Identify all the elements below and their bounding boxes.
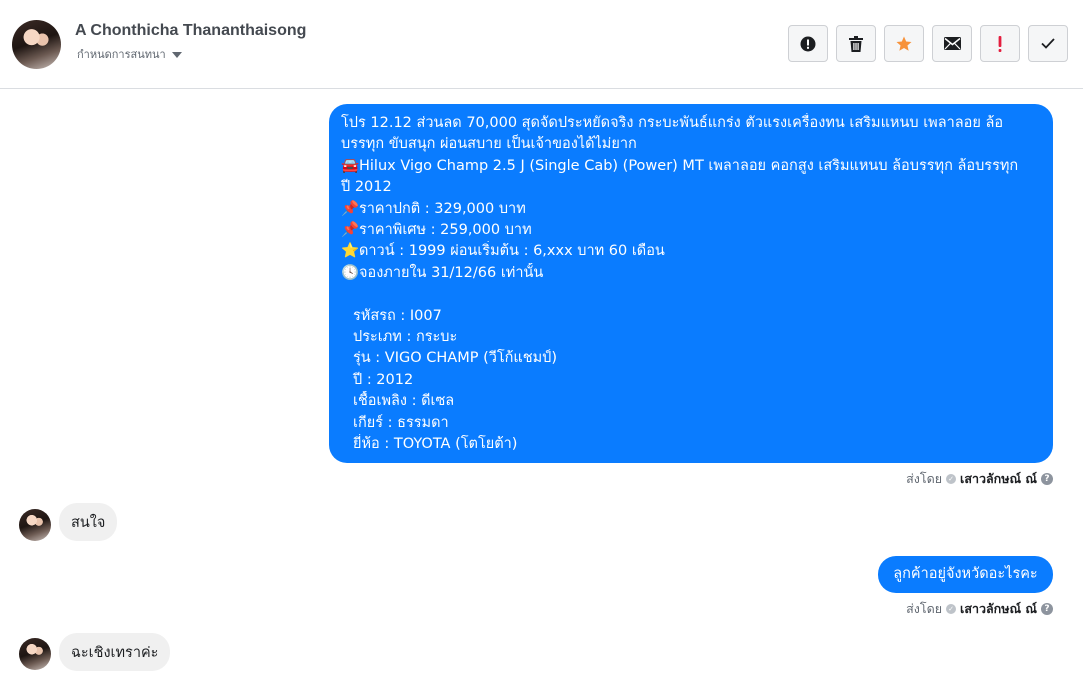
message-line-text: รุ่น : VIGO CHAMP (วีโก้แชมป์) <box>353 350 558 367</box>
message-line: โปร 12.12 ส่วนลด 70,000 สุดจัดประหยัดจริ… <box>341 113 1041 134</box>
message-line: 🕓จองภายใน 31/12/66 เท่านั้น <box>341 263 1041 284</box>
message-line-text: โปร 12.12 ส่วนลด 70,000 สุดจัดประหยัดจริ… <box>341 115 1004 131</box>
delete-button[interactable] <box>836 25 876 62</box>
message-line-text: ประเภท : กระบะ <box>353 329 458 346</box>
sent-by-row: ส่งโดย ✓ เสาวลักษณ์ ณ์ ? <box>906 599 1053 619</box>
message-line: เกียร์ : ธรรมดา <box>341 413 1041 434</box>
message-line: ปี 2012 <box>341 177 1041 198</box>
message-line-text: Hilux Vigo Champ 2.5 J (Single Cab) (Pow… <box>359 157 1019 174</box>
message-line-text: ดาวน์ : 1999 ผ่อนเริ่มต้น : 6,xxx บาท 60… <box>359 243 665 260</box>
emoji-icon: 📌 <box>341 200 360 217</box>
mark-unread-button[interactable] <box>932 25 972 62</box>
message-line-text: ราคาปกติ : 329,000 บาท <box>359 200 526 217</box>
message-line: เชื้อเพลิง : ดีเซล <box>341 391 1041 412</box>
sent-by-label: ส่งโดย <box>906 471 943 486</box>
message-text: ฉะเชิงเทราค่ะ <box>71 644 159 661</box>
star-icon <box>896 36 912 51</box>
message-line-text: เกียร์ : ธรรมดา <box>353 414 449 431</box>
message-line: บรรทุก ขับสนุก ผ่อนสบาย เป็นเจ้าของได้ไม… <box>341 134 1041 155</box>
message-line: ยี่ห้อ : TOYOTA (โตโยต้า) <box>341 434 1041 455</box>
contact-avatar[interactable] <box>12 20 61 69</box>
message-line <box>341 284 1041 305</box>
contact-avatar-small[interactable] <box>19 638 51 670</box>
incoming-message-bubble[interactable]: สนใจ <box>59 503 118 541</box>
contact-name[interactable]: A Chonthicha Thananthaisong <box>75 22 306 40</box>
message-line-text: ยี่ห้อ : TOYOTA (โตโยต้า) <box>353 436 518 453</box>
emoji-icon: 📌 <box>341 222 360 239</box>
message-line-text: รหัสรถ : I007 <box>353 307 442 324</box>
message-line: 📌ราคาพิเศษ : 259,000 บาท <box>341 220 1041 241</box>
message-text: ลูกค้าอยู่จังหวัดอะไรคะ <box>893 565 1038 582</box>
star-button[interactable] <box>884 25 924 62</box>
message-line-text: เชื้อเพลิง : ดีเซล <box>353 393 455 410</box>
message-line: 📌ราคาปกติ : 329,000 บาท <box>341 199 1041 220</box>
message-line: ประเภท : กระบะ <box>341 327 1041 348</box>
check-icon <box>1041 38 1055 49</box>
outgoing-message-bubble[interactable]: โปร 12.12 ส่วนลด 70,000 สุดจัดประหยัดจริ… <box>329 104 1053 463</box>
help-icon[interactable]: ? <box>1041 473 1053 485</box>
sent-by-label: ส่งโดย <box>906 601 943 616</box>
exclamation-icon <box>998 35 1002 52</box>
sent-by-row: ส่งโดย ✓ เสาวลักษณ์ ณ์ ? <box>906 469 1053 489</box>
incoming-message-bubble[interactable]: ฉะเชิงเทราค่ะ <box>59 633 171 671</box>
trash-icon <box>849 35 863 52</box>
message-text: สนใจ <box>71 514 106 531</box>
message-line: ⭐ดาวน์ : 1999 ผ่อนเริ่มต้น : 6,xxx บาท 6… <box>341 241 1041 262</box>
emoji-icon: 🚘 <box>341 157 360 174</box>
emoji-icon: ⭐ <box>341 243 360 260</box>
message-line-text: ปี 2012 <box>341 179 392 196</box>
message-thread[interactable]: โปร 12.12 ส่วนลด 70,000 สุดจัดประหยัดจริ… <box>0 89 1083 694</box>
help-icon[interactable]: ? <box>1041 603 1053 615</box>
check-circle-icon: ✓ <box>946 604 957 614</box>
assign-conversation-label: กำหนดการสนทนา <box>77 48 166 61</box>
message-line-text: ปี : 2012 <box>353 371 414 388</box>
message-line-text: ราคาพิเศษ : 259,000 บาท <box>359 222 532 239</box>
check-circle-icon: ✓ <box>946 474 957 484</box>
message-line-text: จองภายใน 31/12/66 เท่านั้น <box>359 264 544 281</box>
caret-down-icon <box>171 51 182 58</box>
conversation-header: A Chonthicha Thananthaisong กำหนดการสนทน… <box>0 0 1083 89</box>
conversation-toolbar <box>788 25 1068 62</box>
alert-circle-icon <box>800 36 816 51</box>
emoji-icon: 🕓 <box>341 264 360 281</box>
message-line-text: บรรทุก ขับสนุก ผ่อนสบาย เป็นเจ้าของได้ไม… <box>341 136 637 153</box>
mark-done-button[interactable] <box>1028 25 1068 62</box>
envelope-icon <box>943 37 961 50</box>
outgoing-message-bubble[interactable]: ลูกค้าอยู่จังหวัดอะไรคะ <box>878 556 1053 593</box>
message-line: 🚘Hilux Vigo Champ 2.5 J (Single Cab) (Po… <box>341 156 1041 177</box>
contact-avatar-small[interactable] <box>19 509 51 541</box>
follow-up-button[interactable] <box>980 25 1020 62</box>
mark-spam-button[interactable] <box>788 25 828 62</box>
message-line: ปี : 2012 <box>341 370 1041 391</box>
agent-name: เสาวลักษณ์ ณ์ <box>960 471 1037 486</box>
message-line: รหัสรถ : I007 <box>341 306 1041 327</box>
message-line: รุ่น : VIGO CHAMP (วีโก้แชมป์) <box>341 348 1041 369</box>
agent-name: เสาวลักษณ์ ณ์ <box>960 601 1037 616</box>
assign-conversation-dropdown[interactable]: กำหนดการสนทนา <box>77 45 182 63</box>
